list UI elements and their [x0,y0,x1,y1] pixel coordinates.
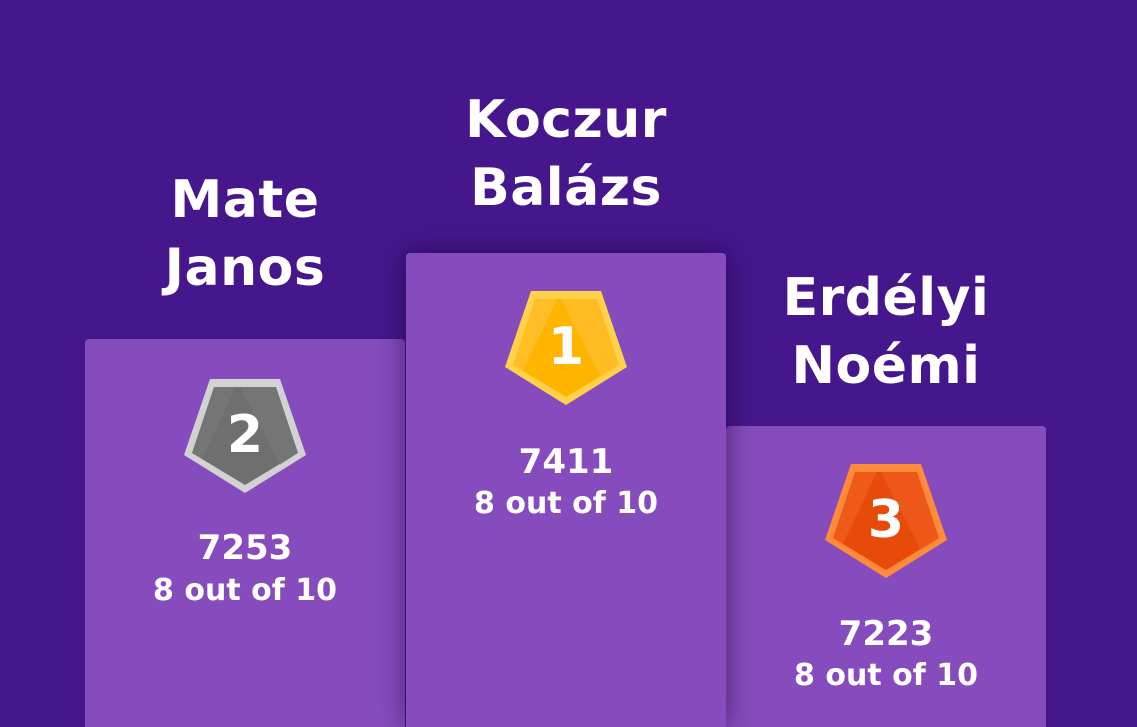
second-place-podium: 2 7253 8 out of 10 [85,339,405,727]
gold-medal-icon: 1 [501,287,631,409]
second-place-rank: 2 [227,405,263,465]
third-place-podium: 3 7223 8 out of 10 [726,426,1046,727]
silver-medal-icon: 2 [180,375,310,497]
second-place-score: 7253 [197,528,293,568]
third-place-name: Erdélyi Noémi [726,264,1046,400]
first-place-score: 7411 [518,442,614,482]
second-place-result: 8 out of 10 [153,573,337,608]
second-place-last-name: Janos [164,238,326,298]
first-place-rank: 1 [548,317,584,377]
first-place-podium: 1 7411 8 out of 10 [406,253,726,727]
third-place-score: 7223 [838,614,934,654]
third-place-last-name: Noémi [791,336,981,396]
second-place-first-name: Mate [170,170,320,230]
first-place-last-name: Balázs [470,158,662,218]
third-place-result: 8 out of 10 [794,658,978,693]
third-place-first-name: Erdélyi [782,268,990,328]
third-place-rank: 3 [868,490,904,550]
first-place-first-name: Koczur [465,90,667,150]
second-place-name: Mate Janos [85,166,405,302]
leaderboard-podium: Mate Janos 2 7253 8 out of 10 Koczur Bal… [0,0,1137,727]
bronze-medal-icon: 3 [821,460,951,582]
first-place-result: 8 out of 10 [474,486,658,521]
first-place-name: Koczur Balázs [406,86,726,222]
